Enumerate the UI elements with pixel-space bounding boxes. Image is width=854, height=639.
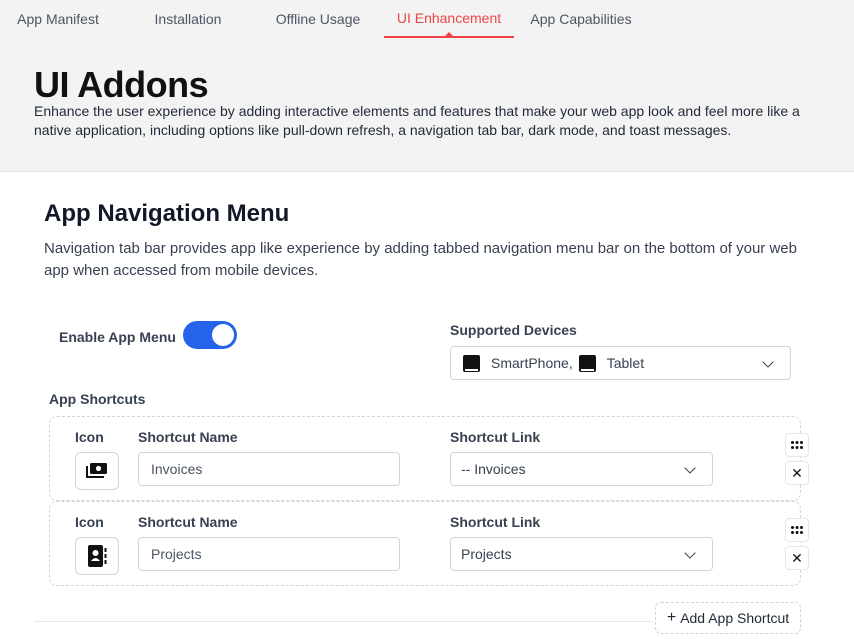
grip-icon — [791, 441, 803, 449]
icon-picker-button[interactable] — [75, 452, 119, 490]
chevron-down-icon — [762, 356, 774, 368]
smartphone-icon — [463, 354, 480, 372]
tab-app-capabilities[interactable]: App Capabilities — [518, 0, 644, 38]
shortcut-link-label: Shortcut Link — [450, 429, 541, 445]
close-icon: ✕ — [791, 549, 803, 566]
page-description: Enhance the user experience by adding in… — [34, 103, 800, 138]
enable-app-menu-toggle[interactable] — [183, 321, 237, 349]
shortcut-name-label: Shortcut Name — [138, 429, 238, 445]
supported-devices-label: Supported Devices — [450, 322, 577, 338]
money-icon — [86, 463, 107, 478]
page-title: UI Addons — [34, 64, 209, 105]
section-description: Navigation tab bar provides app like exp… — [44, 240, 797, 279]
shortcut-name-input[interactable] — [138, 537, 400, 571]
shortcut-row: Icon Shortcut Name Shortcut Link -- Invo… — [49, 416, 801, 501]
section-title: App Navigation Menu — [44, 200, 290, 227]
shortcut-link-value: Projects — [461, 546, 512, 562]
toggle-knob — [212, 324, 234, 346]
tab-installation[interactable]: Installation — [138, 0, 238, 38]
add-app-shortcut-label: Add App Shortcut — [680, 610, 790, 626]
shortcut-name-label: Shortcut Name — [138, 514, 238, 530]
icon-column-label: Icon — [75, 514, 104, 530]
tab-app-manifest[interactable]: App Manifest — [0, 0, 116, 38]
grip-icon — [791, 526, 803, 534]
add-app-shortcut-button[interactable]: + Add App Shortcut — [655, 602, 801, 634]
shortcut-link-select[interactable]: Projects — [450, 537, 713, 571]
plus-icon: + — [666, 609, 677, 626]
app-shortcuts-label: App Shortcuts — [49, 391, 146, 407]
enable-app-menu-label: Enable App Menu — [59, 329, 176, 345]
remove-shortcut-button[interactable]: ✕ — [785, 461, 809, 485]
settings-tabs: App Manifest Installation Offline Usage … — [0, 0, 854, 38]
drag-handle[interactable] — [785, 518, 809, 542]
icon-column-label: Icon — [75, 429, 104, 445]
icon-picker-button[interactable] — [75, 537, 119, 575]
tablet-icon — [578, 354, 596, 372]
chevron-down-icon — [684, 462, 696, 474]
shortcut-row: Icon Shortcut Name Shortcut Link Project… — [49, 501, 801, 586]
tab-offline-usage[interactable]: Offline Usage — [262, 0, 374, 38]
device-tablet: Tablet — [606, 355, 645, 371]
drag-handle[interactable] — [785, 433, 809, 457]
page-header: UI Addons Enhance the user experience by… — [0, 38, 854, 172]
shortcut-name-input[interactable] — [138, 452, 400, 486]
shortcut-link-select[interactable]: -- Invoices — [450, 452, 713, 486]
tab-ui-enhancement[interactable]: UI Enhancement — [384, 0, 514, 38]
remove-shortcut-button[interactable]: ✕ — [785, 546, 809, 570]
shortcut-link-value: -- Invoices — [461, 461, 526, 477]
supported-devices-select[interactable]: SmartPhone, Tablet — [450, 346, 791, 380]
device-smartphone: SmartPhone, — [491, 355, 573, 371]
contact-book-icon — [88, 545, 107, 567]
shortcut-link-label: Shortcut Link — [450, 514, 541, 530]
chevron-down-icon — [684, 547, 696, 559]
divider — [34, 621, 654, 622]
close-icon: ✕ — [791, 464, 803, 481]
